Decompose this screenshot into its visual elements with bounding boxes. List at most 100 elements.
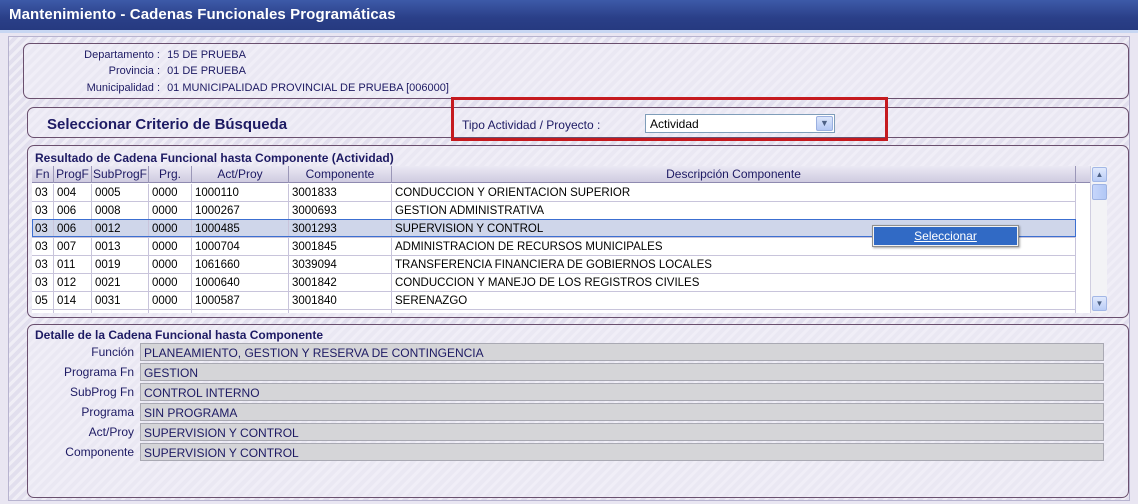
scroll-up-icon[interactable]: ▲ [1092, 167, 1107, 182]
municipalidad-value: 01 MUNICIPALIDAD PROVINCIAL DE PRUEBA [0… [167, 82, 449, 94]
highlight-box [451, 97, 888, 141]
grid-header: Fn ProgF SubProgF Prg. Act/Proy Componen… [32, 166, 1090, 183]
cell-actproy: 1000485 [192, 220, 289, 238]
departamento-label: Departamento : [84, 49, 160, 61]
cell-progf: 011 [54, 256, 92, 274]
table-row[interactable]: 03 012 0021 0000 1000640 3001842 CONDUCCION Y … [32, 274, 1090, 292]
cell-subprogf: 0005 [92, 184, 149, 202]
cell-progf: 012 [54, 274, 92, 292]
municipalidad-label: Municipalidad : [86, 82, 160, 94]
provincia-label: Provincia : [108, 65, 160, 77]
detail-value-programa-fn: GESTION [140, 363, 1104, 381]
cell-actproy: 1000110 [192, 184, 289, 202]
table-row[interactable]: 080210043000010007053001846PROMOCION DEL… [32, 310, 1090, 313]
cell-componente: 3039094 [289, 256, 392, 274]
cell-subprogf: 0012 [92, 220, 149, 238]
cell-fn: 03 [32, 274, 54, 292]
departamento-value: 15 DE PRUEBA [167, 49, 246, 61]
context-menu: Seleccionar [872, 225, 1019, 247]
detail-value-programa: SIN PROGRAMA [140, 403, 1104, 421]
context-menu-seleccionar[interactable]: Seleccionar [874, 227, 1017, 245]
col-header-fn[interactable]: Fn [32, 166, 54, 183]
col-header-componente[interactable]: Componente [289, 166, 392, 183]
cell-actproy: 1000640 [192, 274, 289, 292]
cell-descripcion: GESTION ADMINISTRATIVA [392, 202, 1076, 220]
cell-prg: 0000 [149, 202, 192, 220]
col-header-actproy[interactable]: Act/Proy [192, 166, 289, 183]
titlebar-edge [0, 30, 1138, 33]
detail-label-subprog-fn: SubProg Fn [69, 385, 134, 399]
cell-descripcion: PROMOCION DEL COMERCIO [392, 310, 1076, 313]
cell-progf: 014 [54, 292, 92, 310]
municipalidad-row: Municipalidad : 01 MUNICIPALIDAD PROVINC… [61, 82, 449, 94]
col-header-subprogf[interactable]: SubProgF [92, 166, 149, 183]
cell-fn: 03 [32, 238, 54, 256]
scroll-down-icon[interactable]: ▼ [1092, 296, 1107, 311]
cell-prg: 0000 [149, 310, 192, 313]
results-title: Resultado de Cadena Funcional hasta Comp… [35, 151, 394, 165]
cell-progf: 021 [54, 310, 92, 313]
cell-componente: 3001293 [289, 220, 392, 238]
detail-label-act-proy: Act/Proy [88, 425, 134, 439]
cell-actproy: 1000704 [192, 238, 289, 256]
departamento-row: Departamento : 15 DE PRUEBA [61, 49, 246, 61]
cell-fn: 03 [32, 256, 54, 274]
table-row[interactable]: 03 011 0019 0000 1061660 3039094 TRANSFERENCIA… [32, 256, 1090, 274]
cell-prg: 0000 [149, 184, 192, 202]
detail-value-act-proy: SUPERVISION Y CONTROL [140, 423, 1104, 441]
cell-descripcion: TRANSFERENCIA FINANCIERA DE GOBIERNOS LO… [392, 256, 1076, 274]
cell-componente: 3001840 [289, 292, 392, 310]
detail-value-componente: SUPERVISION Y CONTROL [140, 443, 1104, 461]
cell-descripcion: CONDUCCION Y ORIENTACION SUPERIOR [392, 184, 1076, 202]
results-scrollbar[interactable]: ▲ ▼ [1090, 166, 1107, 313]
col-header-prg[interactable]: Prg. [149, 166, 192, 183]
provincia-value: 01 DE PRUEBA [167, 65, 246, 77]
cell-componente: 3000693 [289, 202, 392, 220]
detail-title: Detalle de la Cadena Funcional hasta Com… [35, 328, 324, 342]
table-row[interactable]: 03 006 0008 0000 1000267 3000693 GESTION ADMIN… [32, 202, 1090, 220]
cell-prg: 0000 [149, 238, 192, 256]
table-row[interactable]: 03 004 0005 0000 1000110 3001833 CONDUCCION Y … [32, 184, 1090, 202]
cell-componente: 3001845 [289, 238, 392, 256]
cell-prg: 0000 [149, 256, 192, 274]
cell-subprogf: 0008 [92, 202, 149, 220]
cell-fn: 03 [32, 202, 54, 220]
detail-label-funcion: Función [91, 345, 134, 359]
cell-prg: 0000 [149, 292, 192, 310]
context-menu-seleccionar-label: Seleccionar [914, 229, 977, 243]
detail-value-subprog-fn: CONTROL INTERNO [140, 383, 1104, 401]
detail-value-funcion: PLANEAMIENTO, GESTION Y RESERVA DE CONTI… [140, 343, 1104, 361]
cell-subprogf: 0019 [92, 256, 149, 274]
cell-componente: 3001846 [289, 310, 392, 313]
cell-prg: 0000 [149, 220, 192, 238]
cell-subprogf: 0021 [92, 274, 149, 292]
cell-progf: 007 [54, 238, 92, 256]
col-header-progf[interactable]: ProgF [54, 166, 92, 183]
cell-progf: 006 [54, 220, 92, 238]
cell-actproy: 1000705 [192, 310, 289, 313]
cell-actproy: 1061660 [192, 256, 289, 274]
cell-fn: 05 [32, 292, 54, 310]
cell-componente: 3001842 [289, 274, 392, 292]
cell-fn: 03 [32, 220, 54, 238]
cell-subprogf: 0031 [92, 292, 149, 310]
col-header-descripcion[interactable]: Descripción Componente [392, 166, 1076, 183]
provincia-row: Provincia : 01 DE PRUEBA [61, 65, 246, 77]
cell-descripcion: CONDUCCION Y MANEJO DE LOS REGISTROS CIV… [392, 274, 1076, 292]
cell-actproy: 1000587 [192, 292, 289, 310]
cell-actproy: 1000267 [192, 202, 289, 220]
cell-prg: 0000 [149, 274, 192, 292]
cell-descripcion: SERENAZGO [392, 292, 1076, 310]
cell-fn: 03 [32, 184, 54, 202]
table-row[interactable]: 05 014 0031 0000 1000587 3001840 SERENAZGO [32, 292, 1090, 310]
search-criteria-title: Seleccionar Criterio de Búsqueda [47, 116, 288, 133]
detail-label-componente: Componente [65, 445, 134, 459]
cell-fn: 08 [32, 310, 54, 313]
window-title: Mantenimiento - Cadenas Funcionales Prog… [0, 0, 1138, 30]
scrollbar-thumb[interactable] [1092, 184, 1107, 200]
cell-subprogf: 0043 [92, 310, 149, 313]
cell-componente: 3001833 [289, 184, 392, 202]
cell-progf: 006 [54, 202, 92, 220]
detail-label-programa-fn: Programa Fn [63, 365, 134, 379]
detail-label-programa: Programa [81, 405, 134, 419]
